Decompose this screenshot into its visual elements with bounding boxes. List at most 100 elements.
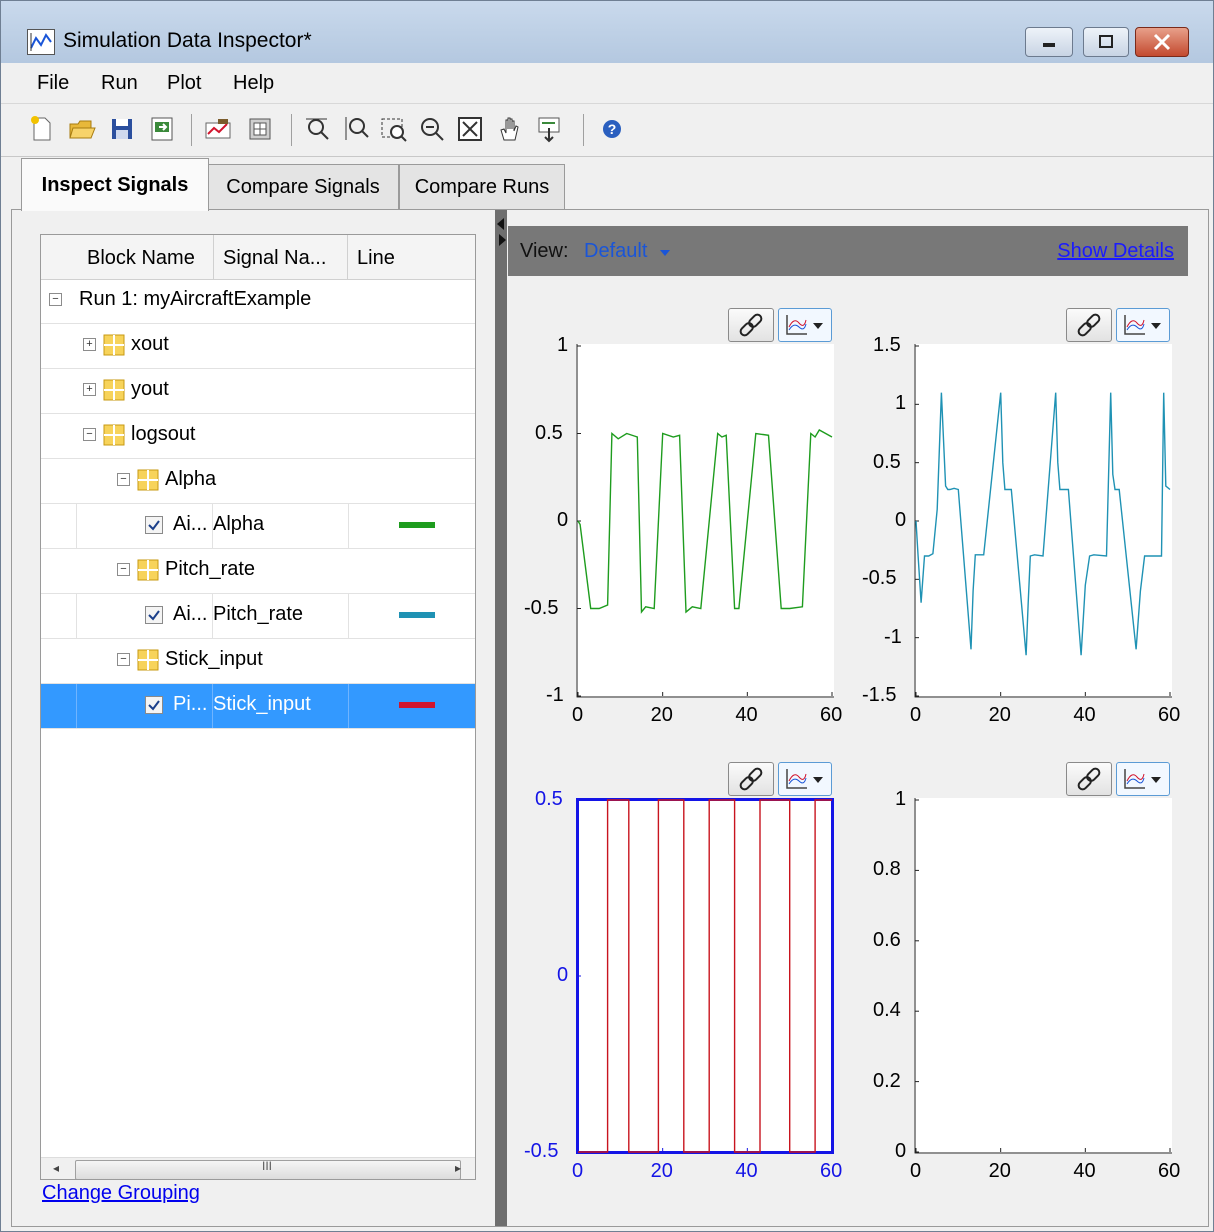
view-dropdown[interactable]: Default bbox=[584, 240, 647, 263]
y-tick-label: 1 bbox=[895, 788, 907, 810]
x-tick-label: 0 bbox=[572, 1160, 584, 1182]
open-icon[interactable] bbox=[67, 114, 97, 144]
collapse-icon[interactable]: − bbox=[49, 293, 62, 306]
menu-bar: File Run Plot Help bbox=[1, 63, 1213, 103]
x-tick-label: 60 bbox=[1158, 1160, 1181, 1182]
plot-options-button[interactable] bbox=[1116, 762, 1170, 796]
window-title: Simulation Data Inspector* bbox=[63, 29, 312, 52]
signal-checkbox[interactable] bbox=[145, 696, 163, 714]
menu-help[interactable]: Help bbox=[233, 72, 274, 95]
svg-text:?: ? bbox=[608, 121, 617, 137]
link-axes-button[interactable] bbox=[728, 762, 774, 796]
signal-axes[interactable] bbox=[576, 344, 834, 698]
tree-row[interactable]: Ai... Alpha bbox=[41, 504, 475, 549]
y-tick-label: 0.8 bbox=[873, 858, 901, 881]
app-logo-icon bbox=[27, 29, 55, 55]
menu-plot[interactable]: Plot bbox=[167, 72, 201, 95]
signal-tree[interactable]: Block Name Signal Na... Line − Run 1: myA… bbox=[40, 234, 476, 1180]
close-button[interactable] bbox=[1135, 27, 1189, 57]
expand-icon[interactable]: + bbox=[83, 383, 96, 396]
column-signal-name[interactable]: Signal Na... bbox=[223, 247, 326, 270]
signal-axes[interactable] bbox=[576, 798, 834, 1154]
pan-icon[interactable] bbox=[495, 114, 525, 144]
y-tick-label: 0 bbox=[557, 509, 569, 531]
tree-row[interactable]: Pi... Stick_input bbox=[41, 684, 475, 729]
signal-group-icon bbox=[103, 424, 125, 446]
collapse-icon[interactable]: − bbox=[117, 563, 130, 576]
link-axes-button[interactable] bbox=[728, 308, 774, 342]
x-tick-label: 20 bbox=[650, 1160, 673, 1182]
new-icon[interactable] bbox=[27, 114, 57, 144]
y-tick-label: 0.4 bbox=[873, 999, 901, 1022]
expand-right-icon[interactable] bbox=[499, 234, 506, 246]
zoom-in-icon[interactable] bbox=[379, 114, 409, 144]
plot-options-icon bbox=[786, 769, 823, 789]
toolbar: ? bbox=[1, 103, 1213, 157]
zoom-out-icon[interactable] bbox=[417, 114, 447, 144]
signal-name-cell: Stick_input bbox=[213, 693, 311, 715]
save-icon[interactable] bbox=[107, 114, 137, 144]
view-dropdown-caret-icon[interactable] bbox=[660, 250, 670, 256]
import-icon[interactable] bbox=[147, 114, 177, 144]
x-tick-label: 40 bbox=[735, 704, 758, 726]
tree-row[interactable]: − logsout bbox=[41, 414, 475, 459]
tree-row[interactable]: − Stick_input bbox=[41, 639, 475, 684]
collapse-icon[interactable]: − bbox=[117, 473, 130, 486]
signal-checkbox[interactable] bbox=[145, 516, 163, 534]
link-axes-button[interactable] bbox=[1066, 762, 1112, 796]
zoom-y-icon[interactable] bbox=[341, 114, 371, 144]
signal-checkbox[interactable] bbox=[145, 606, 163, 624]
collapse-icon[interactable]: − bbox=[83, 428, 96, 441]
tree-node-label: Stick_input bbox=[165, 648, 263, 670]
column-line[interactable]: Line bbox=[357, 247, 395, 270]
line-style-swatch[interactable] bbox=[399, 702, 435, 708]
plot-options-button[interactable] bbox=[1116, 308, 1170, 342]
archive-icon[interactable] bbox=[245, 114, 275, 144]
y-tick-label: 0.5 bbox=[873, 450, 901, 473]
line-style-swatch[interactable] bbox=[399, 522, 435, 528]
tab-inspect-signals[interactable]: Inspect Signals bbox=[21, 158, 209, 211]
tree-row[interactable]: + xout bbox=[41, 324, 475, 369]
plot-options-icon bbox=[1124, 315, 1161, 335]
data-cursor-icon[interactable] bbox=[535, 114, 565, 144]
line-style-swatch[interactable] bbox=[399, 612, 435, 618]
scroll-right-icon[interactable]: ▸ bbox=[455, 1161, 461, 1175]
title-bar[interactable]: Simulation Data Inspector* bbox=[1, 1, 1213, 63]
scroll-left-icon[interactable]: ◂ bbox=[53, 1161, 59, 1175]
horizontal-scrollbar[interactable]: ◂ III ▸ bbox=[41, 1157, 475, 1179]
tree-row[interactable]: − Pitch_rate bbox=[41, 549, 475, 594]
expand-icon[interactable]: + bbox=[83, 338, 96, 351]
help-icon[interactable]: ? bbox=[597, 114, 627, 144]
signal-axes[interactable] bbox=[914, 344, 1172, 698]
column-block-name[interactable]: Block Name bbox=[87, 247, 195, 270]
plot-options-button[interactable] bbox=[778, 308, 832, 342]
tree-row[interactable]: + yout bbox=[41, 369, 475, 414]
x-tick-label: 20 bbox=[650, 704, 673, 726]
collapse-icon[interactable]: − bbox=[117, 653, 130, 666]
restore-icon bbox=[1099, 35, 1113, 48]
minimize-button[interactable] bbox=[1025, 27, 1073, 57]
collapse-left-icon[interactable] bbox=[497, 218, 504, 230]
y-tick-label: -1 bbox=[546, 684, 564, 706]
show-details-link[interactable]: Show Details bbox=[1057, 240, 1174, 263]
zoom-time-icon[interactable] bbox=[303, 114, 333, 144]
fit-to-view-icon[interactable] bbox=[455, 114, 485, 144]
signal-axes[interactable] bbox=[914, 798, 1172, 1154]
tree-row[interactable]: − Run 1: myAircraftExample bbox=[41, 279, 475, 324]
tab-compare-signals[interactable]: Compare Signals bbox=[207, 164, 399, 209]
tree-row[interactable]: − Alpha bbox=[41, 459, 475, 504]
menu-file[interactable]: File bbox=[37, 72, 69, 95]
menu-run[interactable]: Run bbox=[101, 72, 138, 95]
x-tick-label: 40 bbox=[1073, 704, 1096, 726]
maximize-button[interactable] bbox=[1083, 27, 1129, 57]
scrollbar-thumb[interactable]: III bbox=[75, 1159, 461, 1179]
report-icon[interactable] bbox=[203, 114, 233, 144]
tree-node-label: yout bbox=[131, 378, 169, 400]
change-grouping-link[interactable]: Change Grouping bbox=[42, 1182, 200, 1205]
tree-row[interactable]: Ai... Pitch_rate bbox=[41, 594, 475, 639]
tab-strip: Inspect Signals Compare Signals Compare … bbox=[1, 156, 1213, 211]
plot-options-button[interactable] bbox=[778, 762, 832, 796]
panel-splitter[interactable] bbox=[495, 210, 507, 1226]
tab-compare-runs[interactable]: Compare Runs bbox=[399, 164, 565, 209]
link-axes-button[interactable] bbox=[1066, 308, 1112, 342]
